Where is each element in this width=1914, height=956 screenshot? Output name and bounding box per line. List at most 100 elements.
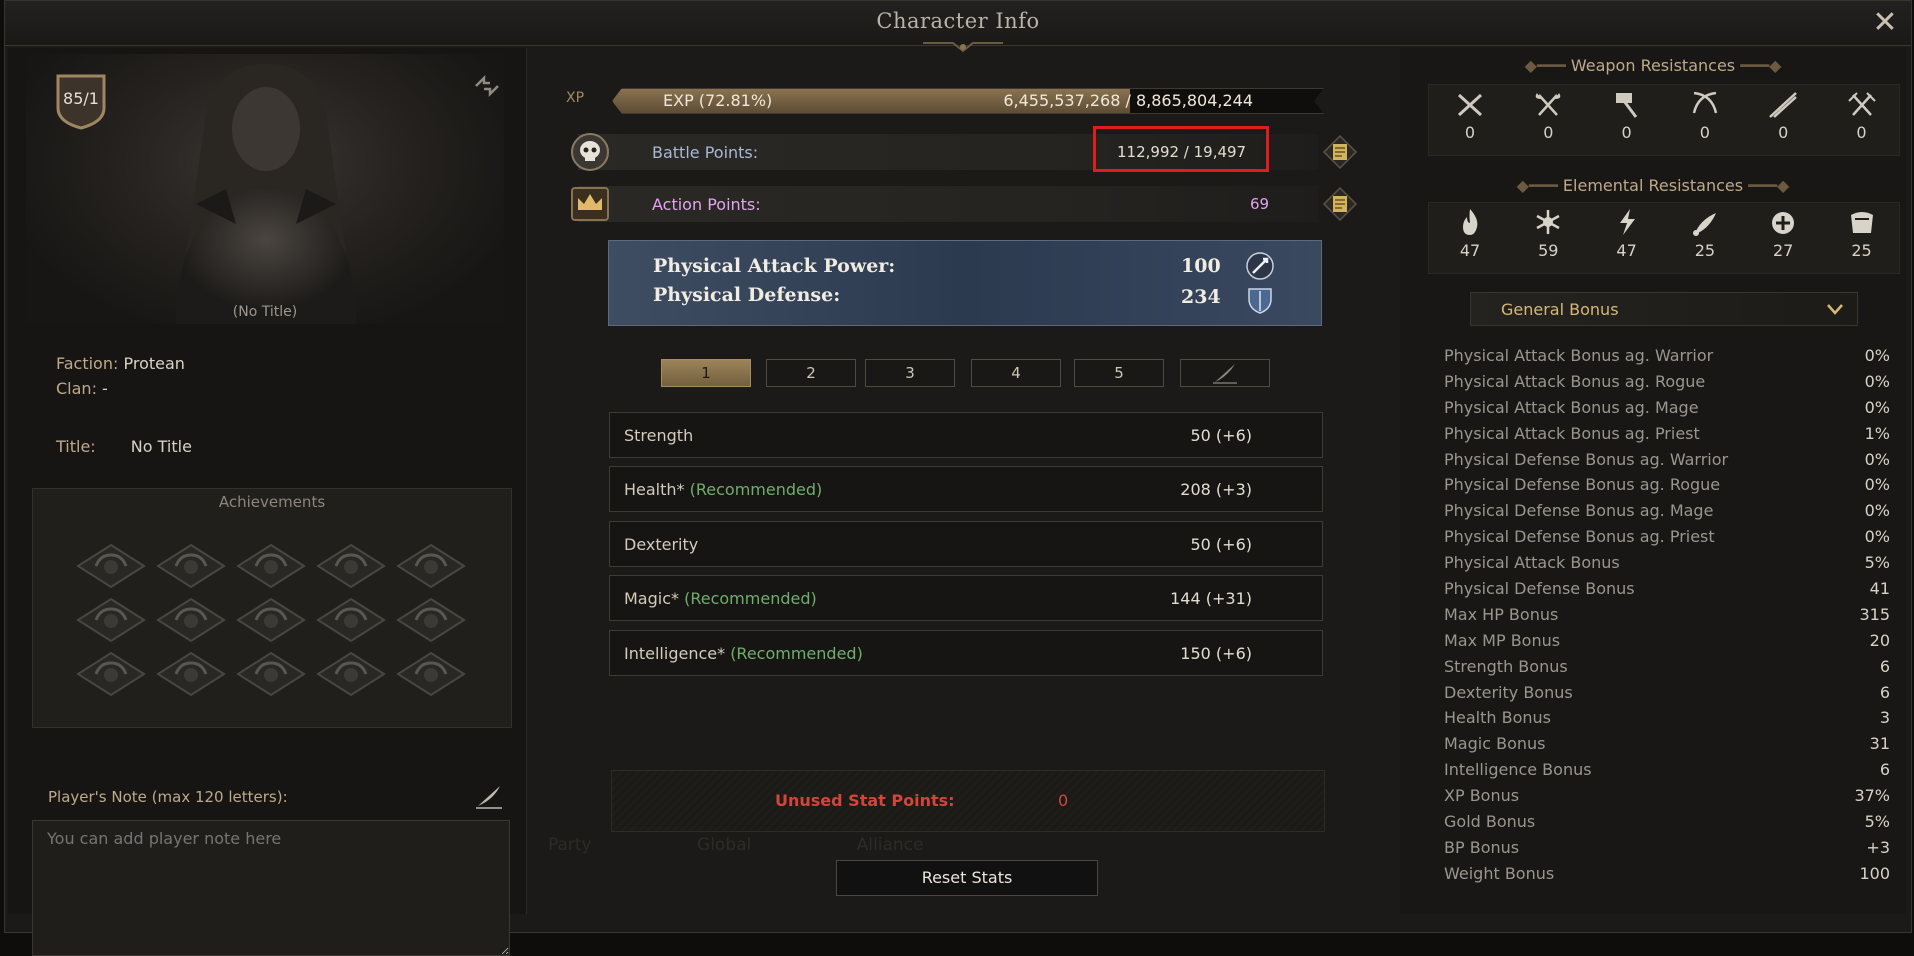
battle-points-info-button[interactable] (1322, 134, 1358, 170)
bonus-value: 0% (1864, 346, 1890, 365)
resistance-item: 0 (1509, 89, 1587, 142)
stat-name: Health* (Recommended) (624, 480, 822, 499)
bonus-row: Weight Bonus 100 (1444, 864, 1890, 890)
resistance-value: 0 (1778, 123, 1789, 142)
stat-value: 208 (+3) (1180, 480, 1252, 499)
bonus-row: BP Bonus +3 (1444, 838, 1890, 864)
bonus-row: Physical Attack Bonus ag. Priest 1% (1444, 424, 1890, 450)
achievements-title: Achievements (218, 493, 326, 511)
recommended-tag: (Recommended) (689, 480, 823, 499)
achievement-badge[interactable] (151, 651, 231, 697)
bonus-row: Gold Bonus 5% (1444, 812, 1890, 838)
resistance-value: 0 (1621, 123, 1632, 142)
swap-arrows-icon[interactable] (472, 74, 502, 98)
bonus-row: Physical Attack Bonus 5% (1444, 553, 1890, 579)
action-points-label: Action Points: (652, 195, 761, 214)
faction-label: Faction: (56, 354, 119, 373)
bonus-value: 0% (1864, 449, 1890, 469)
resistance-value: 25 (1694, 241, 1716, 260)
achievements-panel: Achievements (32, 488, 512, 728)
xp-value-text: 6,455,537,268 / 8,865,804,244 (1003, 91, 1253, 110)
bonus-row: Physical Defense Bonus ag. Rogue 0% (1444, 475, 1890, 501)
stat-row: Intelligence* (Recommended) 150 (+6) (609, 630, 1323, 676)
bonus-row: Magic Bonus 31 (1444, 734, 1890, 760)
resistance-item: 47 (1431, 207, 1509, 260)
bonus-row: Intelligence Bonus 6 (1444, 760, 1890, 786)
faded-tab-global: Global (697, 835, 752, 855)
bonus-value: 3 (1879, 708, 1890, 728)
bonus-value: 6 (1879, 760, 1890, 780)
elemental-resistances-title-text: Elemental Resistances (1562, 176, 1744, 195)
bonus-name: Physical Attack Bonus ag. Warrior (1444, 346, 1714, 365)
tab-5[interactable]: 5 (1074, 359, 1164, 387)
crossed-axes-icon (1535, 93, 1561, 116)
weapon-resistances-box: 0 0 0 0 0 0 (1428, 84, 1900, 156)
reset-stats-button[interactable]: Reset Stats (836, 860, 1098, 896)
laurel-emblem-icon (156, 597, 226, 643)
achievement-badge[interactable] (231, 651, 311, 697)
tab-3[interactable]: 3 (865, 359, 955, 387)
achievement-badge[interactable] (71, 651, 151, 697)
bonus-name: Health Bonus (1444, 708, 1552, 728)
resistance-value: 0 (1543, 123, 1554, 142)
achievement-badge[interactable] (311, 651, 391, 697)
bonus-row: Physical Defense Bonus ag. Mage 0% (1444, 501, 1890, 527)
clan-value: - (102, 379, 108, 398)
faded-tab-party: Party (548, 835, 592, 855)
achievement-badge[interactable] (231, 543, 311, 589)
crossed-swords-icon (1457, 93, 1483, 117)
close-button[interactable]: ✕ (1869, 8, 1901, 38)
achievement-badge[interactable] (391, 651, 471, 697)
bonus-category-select[interactable]: General Bonus (1470, 292, 1858, 326)
action-points-row: Action Points: 69 (571, 186, 1318, 222)
bonus-value: 6 (1879, 656, 1890, 676)
title-ornament-icon (923, 42, 1003, 53)
tab-edit[interactable] (1180, 359, 1270, 387)
stat-value: 144 (+31) (1170, 589, 1252, 608)
achievement-badge[interactable] (151, 597, 231, 643)
player-note-input[interactable] (32, 820, 510, 956)
faction-row: Faction: Protean (56, 354, 185, 373)
bonus-name: BP Bonus (1444, 837, 1520, 857)
quill-edit-icon[interactable] (474, 782, 504, 810)
tab-1[interactable]: 1 (661, 359, 751, 387)
achievement-badge[interactable] (391, 597, 471, 643)
achievement-badge[interactable] (231, 597, 311, 643)
laurel-emblem-icon (316, 597, 386, 643)
bonus-row: Dexterity Bonus 6 (1444, 683, 1890, 709)
dark-icon (1772, 212, 1795, 234)
achievement-badge[interactable] (151, 543, 231, 589)
resistance-value: 47 (1616, 241, 1637, 260)
bonus-row: Health Bonus 3 (1444, 708, 1890, 734)
achievement-badge[interactable] (71, 543, 151, 589)
laurel-emblem-icon (76, 651, 146, 697)
achievement-badge[interactable] (391, 543, 471, 589)
title-value: No Title (130, 437, 192, 456)
stat-name: Intelligence* (Recommended) (624, 644, 863, 663)
achievement-badge[interactable] (71, 597, 151, 643)
tab-4[interactable]: 4 (971, 359, 1061, 387)
achievement-badge[interactable] (311, 597, 391, 643)
resistance-value: 0 (1699, 123, 1710, 142)
bonus-value: 1% (1864, 423, 1890, 443)
stat-value: 50 (+6) (1190, 535, 1252, 554)
bonus-category-value: General Bonus (1501, 300, 1619, 319)
title-row: Title: No Title (56, 437, 192, 456)
achievement-badge[interactable] (311, 543, 391, 589)
stat-name: Magic* (Recommended) (624, 589, 817, 608)
battle-points-label: Battle Points: (652, 143, 759, 162)
bonus-value: 0% (1864, 501, 1890, 521)
bonus-name: Physical Defense Bonus ag. Priest (1444, 527, 1715, 547)
faded-tab-alliance: Alliance (856, 835, 924, 855)
action-points-info-button[interactable] (1322, 186, 1358, 222)
laurel-emblem-icon (396, 543, 466, 589)
elemental-resistances-box: 47 59 47 25 27 25 (1428, 202, 1900, 274)
bonus-name: Magic Bonus (1444, 734, 1546, 754)
combat-stats-panel: Physical Attack Power: 100 Physical Defe… (608, 240, 1322, 326)
quill-icon (1213, 364, 1237, 384)
fire-icon (1463, 209, 1478, 235)
bonus-value: 0% (1864, 527, 1890, 547)
elemental-resistances-title: ◆━━━ Elemental Resistances ━━━◆ (1516, 176, 1790, 195)
stat-name: Dexterity (624, 535, 698, 554)
tab-2[interactable]: 2 (766, 359, 856, 387)
